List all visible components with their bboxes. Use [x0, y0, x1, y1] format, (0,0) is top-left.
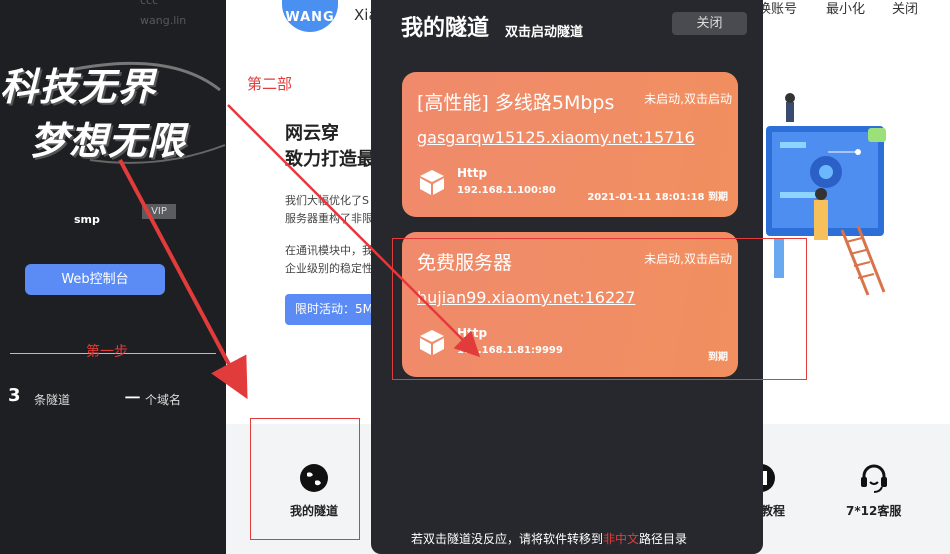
headset-icon [860, 464, 887, 493]
footer-text-before: 若双击隧道没反应，请将软件转移到 [411, 532, 604, 546]
slogan: 科技无界 梦想无限 [0, 60, 226, 168]
tunnel-status: 未启动,双击启动 [644, 92, 732, 106]
switch-account-link[interactable]: 换账号 [758, 0, 797, 17]
sidebar-top-line-2: wang.lin [140, 14, 187, 27]
sidebar-top-line-1: ccc [140, 0, 159, 7]
hero-paragraph-2: 在通讯模块中，我 企业级别的稳定性 [285, 242, 385, 278]
username: smp [74, 213, 100, 226]
hero-paragraph-1: 我们大幅优化了S 服务器重构了非限 [285, 192, 385, 228]
tunnel-count-label: 条隧道 [34, 393, 71, 407]
footer-text-after: 路径目录 [639, 532, 688, 546]
dialog-subtitle: 双击启动隧道 [505, 25, 584, 40]
slogan-line-2: 梦想无限 [30, 118, 187, 163]
tunnel-expiry: 2021-01-11 18:01:18 到期 [587, 192, 728, 203]
feature-support-label: 7*12客服 [846, 504, 902, 518]
web-console-button[interactable]: Web控制台 [25, 264, 165, 295]
sidebar: ccc wang.lin 科技无界 梦想无限 smp VIP Web控制台 第一… [0, 0, 226, 554]
step-two-annotation: 第二部 [247, 75, 293, 93]
minimize-link[interactable]: 最小化 [826, 0, 865, 17]
hero-title-line-2: 致力打造最 [285, 149, 375, 170]
footer-highlight: 非中文 [603, 532, 640, 546]
dialog-close-button[interactable]: 关闭 [672, 12, 747, 35]
cube-icon [420, 170, 444, 195]
dialog-footer-hint: 若双击隧道没反应，请将软件转移到非中文路径目录 [411, 530, 687, 547]
promo-button[interactable]: 限时活动：5M [285, 294, 385, 325]
tunnel-host-link[interactable]: gasgarqw15125.xiaomy.net:15716 [417, 128, 695, 147]
feature-support[interactable]: 7*12客服 [846, 462, 901, 519]
hero-paragraph-2-line-1: 在通讯模块中，我 [285, 244, 373, 257]
hero-title: 网云穿 致力打造最 [285, 121, 375, 173]
domain-count: 一 [125, 389, 141, 407]
logo: WANG [282, 0, 338, 32]
close-app-link[interactable]: 关闭 [892, 0, 918, 17]
tunnel-local-address: 192.168.1.100:80 [457, 185, 556, 196]
hero-paragraph-1-line-1: 我们大幅优化了S [285, 194, 369, 207]
my-tunnels-highlight-box [250, 418, 360, 540]
vip-badge: VIP [142, 204, 176, 219]
dialog-title: 我的隧道 [401, 16, 490, 41]
hero-paragraph-1-line-2: 服务器重构了非限 [285, 212, 373, 225]
hero-title-line-1: 网云穿 [285, 123, 339, 144]
tunnel-protocol: Http [457, 166, 488, 180]
tunnel-card-1[interactable]: [高性能] 多线路5Mbps 未启动,双击启动 gasgarqw15125.xi… [402, 72, 738, 217]
step-one-annotation: 第一步 [86, 344, 128, 360]
domain-count-label: 个域名 [145, 393, 182, 407]
hero-paragraph-2-line-2: 企业级别的稳定性 [285, 262, 373, 275]
free-server-highlight-box [392, 238, 807, 380]
tunnel-name: [高性能] 多线路5Mbps [417, 92, 615, 114]
slogan-line-1: 科技无界 [0, 64, 157, 109]
tunnel-count: 3 [8, 385, 21, 406]
